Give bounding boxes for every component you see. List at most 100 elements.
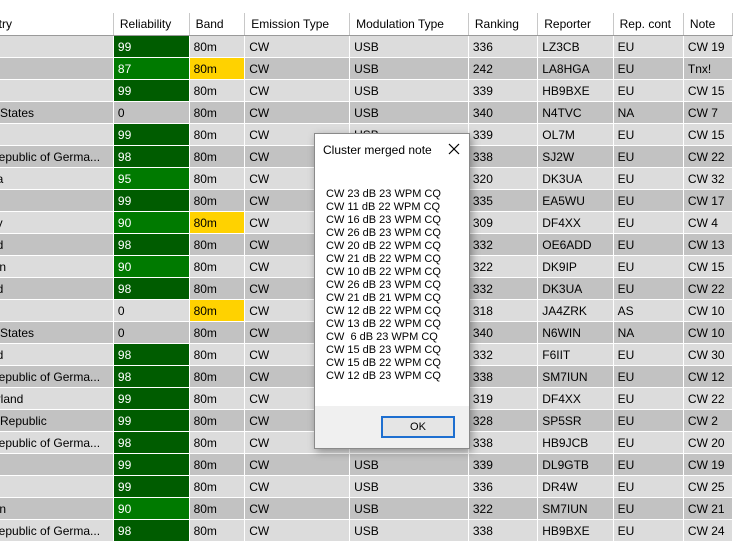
cell-band: 80m (189, 57, 246, 80)
cell-emission-type: CW (244, 497, 351, 520)
cell-reporter: DF4XX (537, 211, 614, 234)
cell-reporter: LZ3CB (537, 35, 614, 58)
cell-rep-cont: EU (613, 35, 684, 58)
cell-country (0, 299, 114, 322)
column-header-reliability[interactable]: Reliability (113, 13, 190, 36)
dialog-title-bar[interactable]: Cluster merged note (315, 134, 469, 164)
column-header-country[interactable]: ntry (0, 13, 114, 36)
cell-emission-type: CW (244, 79, 351, 102)
column-header-emission-type[interactable]: Emission Type (244, 13, 351, 36)
cell-modulation-type: USB (349, 475, 469, 498)
cell-country: Republic of Germa... (0, 365, 114, 388)
cell-note: CW 22 (683, 277, 734, 300)
cell-reporter: DR4W (537, 475, 614, 498)
cell-country: len (0, 497, 114, 520)
cell-note: CW 15 (683, 123, 734, 146)
column-header-rep-cont[interactable]: Rep. cont (613, 13, 684, 36)
cell-reliability: 98 (113, 343, 190, 366)
cell-reliability: 98 (113, 277, 190, 300)
cell-note: CW 10 (683, 321, 734, 344)
cell-country: Republic of Germa... (0, 519, 114, 542)
cell-reporter: HB9BXE (537, 519, 614, 542)
cell-reporter: SP5SR (537, 409, 614, 432)
column-header-note[interactable]: Note (683, 13, 734, 36)
merged-note-line: CW 12 dB 22 WPM CQ (326, 305, 441, 317)
table-row[interactable]: d States080mCWUSB340N4TVCNACW 7 (0, 101, 734, 124)
cell-band: 80m (189, 123, 246, 146)
cell-ranking: 332 (468, 233, 539, 256)
cell-note: CW 22 (683, 145, 734, 168)
cell-note: CW 13 (683, 233, 734, 256)
table-row[interactable]: e9980mCWUSB336DR4WEUCW 25 (0, 475, 734, 498)
cell-note: CW 19 (683, 453, 734, 476)
cell-ranking: 322 (468, 497, 539, 520)
merged-note-line: CW 12 dB 23 WPM CQ (326, 370, 441, 382)
cell-country: d States (0, 101, 114, 124)
merged-note-line: CW 10 dB 22 WPM CQ (326, 266, 441, 278)
ok-button[interactable]: OK (381, 416, 455, 438)
merged-note-line: CW 16 dB 23 WPM CQ (326, 214, 441, 226)
cell-ranking: 340 (468, 101, 539, 124)
cell-reporter: DF4XX (537, 387, 614, 410)
cell-ranking: 328 (468, 409, 539, 432)
merged-note-line: CW 26 dB 23 WPM CQ (326, 227, 441, 239)
cell-band: 80m (189, 387, 246, 410)
merged-note-line: CW 13 dB 22 WPM CQ (326, 318, 441, 330)
cell-reporter: LA8HGA (537, 57, 614, 80)
cell-country: nd (0, 343, 114, 366)
cell-reporter: F6IIT (537, 343, 614, 366)
cell-country (0, 453, 114, 476)
cell-ranking: 339 (468, 79, 539, 102)
cell-band: 80m (189, 79, 246, 102)
cell-ranking: 319 (468, 387, 539, 410)
cell-note: CW 12 (683, 365, 734, 388)
cell-reliability: 99 (113, 123, 190, 146)
cell-rep-cont: EU (613, 255, 684, 278)
table-row[interactable]: len9080mCWUSB322SM7IUNEUCW 21 (0, 497, 734, 520)
column-header-modulation-type[interactable]: Modulation Type (349, 13, 469, 36)
column-header-ranking[interactable]: Ranking (468, 13, 539, 36)
close-icon[interactable] (445, 140, 463, 158)
cell-reliability: 98 (113, 233, 190, 256)
cell-country: erland (0, 387, 114, 410)
table-row[interactable]: Republic of Germa... 98 80m CW USB 338 HB9BXE E… (0, 519, 734, 542)
cell-band: 80m (189, 409, 246, 432)
cell-ranking: 338 (468, 519, 539, 542)
cell-modulation-type: USB (349, 57, 469, 80)
cell-reporter: OL7M (537, 123, 614, 146)
cluster-merged-note-dialog: Cluster merged note CW 23 dB 23 WPM CQ CW… (314, 133, 470, 449)
merged-note-line: CW 23 dB 23 WPM CQ (326, 188, 441, 200)
cell-rep-cont: NA (613, 101, 684, 124)
column-header-reporter[interactable]: Reporter (537, 13, 614, 36)
cell-ranking: 332 (468, 277, 539, 300)
cell-rep-cont: EU (613, 431, 684, 454)
cell-country (0, 79, 114, 102)
cell-rep-cont: AS (613, 299, 684, 322)
cell-reliability: 99 (113, 453, 190, 476)
table-row[interactable]: e9980mCWUSB336LZ3CBEUCW 19 (0, 35, 734, 58)
table-row[interactable]: 99 80m CW USB 339 DL9GTB EU CW 19 (0, 453, 734, 476)
cell-reporter: JA4ZRK (537, 299, 614, 322)
cell-modulation-type: USB (349, 35, 469, 58)
cell-reporter: HB9JCB (537, 431, 614, 454)
table-row[interactable]: 99 80m CW USB 339 HB9BXE EU CW 15 (0, 79, 734, 102)
cell-note: CW 24 (683, 519, 734, 542)
table-row[interactable]: ia8780mCWUSB242LA8HGAEUTnx! (0, 57, 734, 80)
cell-ranking: 340 (468, 321, 539, 344)
cell-band: 80m (189, 321, 246, 344)
cell-reporter: OE6ADD (537, 233, 614, 256)
cell-band: 80m (189, 431, 246, 454)
cell-country: Republic of Germa... (0, 145, 114, 168)
cell-ranking: 242 (468, 57, 539, 80)
cell-rep-cont: EU (613, 211, 684, 234)
cell-band: 80m (189, 233, 246, 256)
cell-note: CW 2 (683, 409, 734, 432)
cell-reliability: 99 (113, 387, 190, 410)
cell-note: CW 30 (683, 343, 734, 366)
column-header-band[interactable]: Band (189, 13, 246, 36)
cell-reliability: 0 (113, 101, 190, 124)
cell-reliability: 90 (113, 211, 190, 234)
cell-rep-cont: EU (613, 57, 684, 80)
cell-reporter: SM7IUN (537, 365, 614, 388)
cell-ranking: 338 (468, 365, 539, 388)
